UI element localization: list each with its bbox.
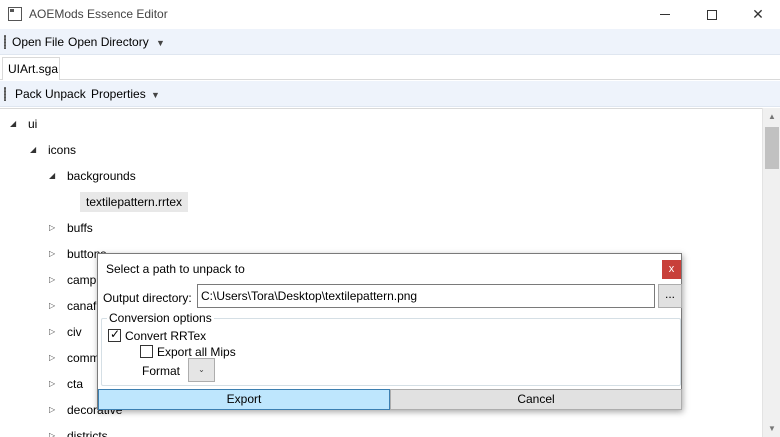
- collapse-icon[interactable]: ◢: [30, 140, 40, 160]
- scroll-down-icon[interactable]: ▼: [768, 424, 776, 433]
- tab-uiart-sga[interactable]: UIArt.sga: [2, 57, 60, 80]
- toolbar-overflow-icon[interactable]: ▼: [156, 39, 165, 48]
- tree-node-label: districts: [67, 429, 108, 437]
- chevron-down-icon: ⌄: [198, 365, 205, 374]
- toolbar-grip-icon[interactable]: [4, 35, 6, 49]
- collapse-icon[interactable]: ◢: [49, 166, 59, 186]
- tree-node-label: civ: [67, 325, 82, 339]
- expand-icon[interactable]: ▷: [49, 348, 59, 368]
- window-title: AOEMods Essence Editor: [29, 7, 168, 21]
- format-label: Format: [142, 364, 181, 378]
- conversion-options-label: Conversion options: [107, 311, 214, 325]
- export-all-mips-label[interactable]: Export all Mips: [157, 345, 236, 359]
- tree-node-label: camp: [67, 273, 97, 287]
- app-icon: [8, 7, 22, 21]
- collapse-icon[interactable]: ◢: [10, 114, 20, 134]
- tree-scrollbar[interactable]: ▲ ▼: [762, 108, 780, 437]
- output-directory-label: Output directory:: [103, 291, 192, 305]
- expand-icon[interactable]: ▷: [49, 244, 59, 264]
- convert-rrtex-checkbox[interactable]: ✓: [108, 327, 121, 342]
- maximize-icon: [707, 9, 717, 20]
- cancel-button[interactable]: Cancel: [390, 389, 682, 410]
- tab-strip: UIArt.sga: [0, 56, 780, 80]
- tree-node-label: backgrounds: [67, 169, 136, 183]
- close-window-button[interactable]: ✕: [735, 0, 780, 29]
- tree-node-label: icons: [48, 143, 77, 157]
- pack-button[interactable]: Pack: [15, 87, 42, 101]
- toolbar-grip-icon[interactable]: [4, 87, 6, 101]
- scroll-thumb[interactable]: [765, 127, 779, 169]
- properties-button[interactable]: Properties: [91, 87, 146, 101]
- tree-node-label: buffs: [67, 221, 93, 235]
- open-directory-button[interactable]: Open Directory: [68, 35, 149, 49]
- convert-rrtex-label[interactable]: Convert RRTex: [125, 329, 206, 343]
- tree-node-label: comm: [67, 351, 100, 365]
- tree-node-textilepattern[interactable]: textilepattern.rrtex: [80, 192, 189, 212]
- title-bar: AOEMods Essence Editor ✕: [0, 0, 780, 29]
- tree-node-label: ui: [28, 117, 38, 131]
- expand-icon[interactable]: ▷: [49, 322, 59, 342]
- checkmark-icon: ✓: [110, 327, 121, 341]
- maximize-button[interactable]: [689, 0, 735, 29]
- dialog-title: Select a path to unpack to: [106, 262, 245, 276]
- expand-icon[interactable]: ▷: [49, 400, 59, 420]
- open-file-button[interactable]: Open File: [12, 35, 64, 49]
- expand-icon[interactable]: ▷: [49, 270, 59, 290]
- scroll-up-icon[interactable]: ▲: [768, 112, 776, 121]
- conversion-options-group: Conversion options ✓ Convert RRTex Expor…: [101, 312, 681, 386]
- main-toolbar: Open File Open Directory ▼: [0, 29, 780, 55]
- format-dropdown[interactable]: ⌄: [188, 358, 215, 382]
- export-all-mips-checkbox[interactable]: [140, 345, 153, 358]
- minimize-icon: [660, 14, 670, 15]
- tree-node-label: cta: [67, 377, 84, 391]
- browse-button[interactable]: ...: [658, 284, 682, 308]
- minimize-button[interactable]: [642, 0, 688, 29]
- toolbar-overflow-icon[interactable]: ▼: [151, 91, 160, 100]
- export-button[interactable]: Export: [98, 389, 390, 410]
- close-icon: ✕: [752, 6, 764, 22]
- output-directory-input[interactable]: [197, 284, 655, 308]
- dialog-close-button[interactable]: x: [662, 260, 681, 279]
- unpack-dialog: Select a path to unpack to x Output dire…: [97, 253, 682, 410]
- unpack-button[interactable]: Unpack: [45, 87, 86, 101]
- archive-toolbar: Pack Unpack Properties ▼: [0, 81, 780, 107]
- expand-icon[interactable]: ▷: [49, 426, 59, 437]
- expand-icon[interactable]: ▷: [49, 374, 59, 394]
- expand-icon[interactable]: ▷: [49, 218, 59, 238]
- expand-icon[interactable]: ▷: [49, 296, 59, 316]
- tree-node-label: canaf: [67, 299, 97, 313]
